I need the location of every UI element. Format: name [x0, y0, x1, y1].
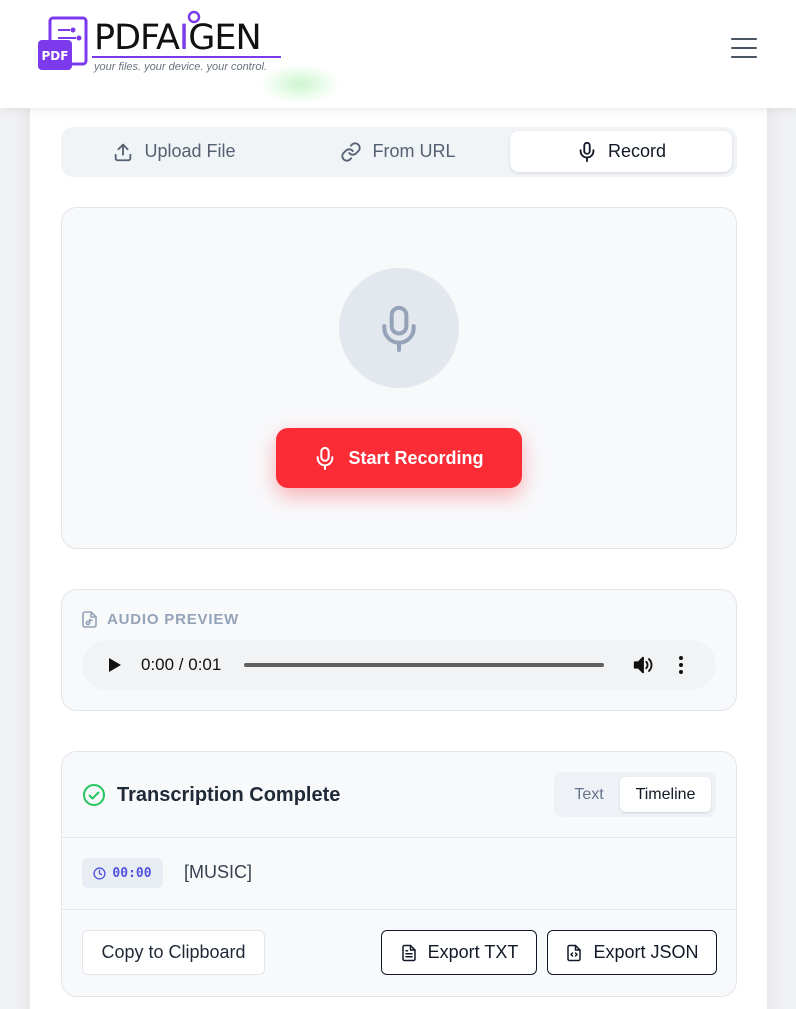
tab-from-url[interactable]: From URL: [289, 131, 507, 172]
logo-wordmark: PDFAIGEN: [94, 18, 262, 58]
source-tabs: Upload File From URL Record: [61, 127, 737, 177]
audio-progress-slider[interactable]: [244, 663, 604, 667]
upload-icon: [115, 143, 132, 161]
timeline-segment: 00:00 [MUSIC]: [62, 838, 736, 910]
recorder-panel: Start Recording: [61, 207, 737, 549]
site-header: PDF PDFAIGEN your files. your device. yo…: [0, 0, 796, 108]
export-json-button[interactable]: Export JSON: [547, 930, 717, 975]
segment-text: [MUSIC]: [184, 862, 253, 882]
mic-indicator: [339, 268, 459, 388]
tab-upload-file-label: Upload File: [144, 141, 236, 161]
audio-player: 0:00 / 0:01: [82, 640, 716, 690]
tab-from-url-label: From URL: [372, 141, 456, 161]
main-card: Upload File From URL Record Start Record…: [30, 95, 767, 1009]
clock-icon: [93, 866, 107, 880]
export-txt-label: Export TXT: [427, 942, 519, 962]
view-toggle: Text Timeline: [554, 772, 716, 817]
view-text-button[interactable]: Text: [559, 777, 619, 812]
tab-record[interactable]: Record: [510, 131, 732, 172]
audio-preview-label: AUDIO PREVIEW: [107, 611, 240, 628]
logo[interactable]: PDF PDFAIGEN your files. your device. yo…: [38, 10, 340, 104]
copy-to-clipboard-button[interactable]: Copy to Clipboard: [82, 930, 265, 975]
export-json-label: Export JSON: [593, 942, 699, 962]
start-recording-button[interactable]: Start Recording: [276, 428, 522, 488]
transcription-actions: Copy to Clipboard Export TXT Export JSON: [62, 910, 736, 996]
play-icon[interactable]: [108, 657, 122, 673]
transcription-title: Transcription Complete: [117, 784, 341, 806]
logo-underline: [92, 56, 281, 58]
link-icon: [341, 141, 362, 162]
logo-circuit-icon: [187, 10, 201, 24]
tab-upload-file[interactable]: Upload File: [65, 131, 283, 172]
transcription-panel: Transcription Complete Text Timeline 00:…: [61, 751, 737, 997]
tab-record-label: Record: [607, 141, 667, 161]
check-circle-icon: [83, 784, 105, 806]
audio-preview-panel: AUDIO PREVIEW 0:00 / 0:01: [61, 589, 737, 711]
more-options-icon[interactable]: [678, 655, 684, 675]
export-txt-button[interactable]: Export TXT: [381, 930, 537, 975]
pdf-chip-icon: PDF: [38, 16, 88, 70]
volume-icon[interactable]: [632, 654, 654, 676]
audio-file-icon: [82, 611, 97, 628]
audio-preview-heading: AUDIO PREVIEW: [82, 611, 239, 628]
microphone-icon: [382, 305, 416, 353]
logo-tagline: your files. your device. your control.: [94, 61, 268, 73]
logo-badge: PDF: [42, 49, 69, 63]
file-code-icon: [567, 944, 582, 961]
logo-glow: [260, 64, 340, 104]
hamburger-icon[interactable]: [728, 34, 760, 62]
microphone-icon: [579, 141, 595, 162]
audio-time: 0:00 / 0:01: [141, 655, 222, 674]
timestamp-text: 00:00: [112, 865, 152, 881]
microphone-icon: [317, 446, 334, 470]
start-recording-label: Start Recording: [348, 447, 484, 468]
file-text-icon: [401, 944, 416, 961]
view-timeline-button[interactable]: Timeline: [620, 777, 711, 812]
timestamp-badge[interactable]: 00:00: [82, 858, 163, 888]
transcription-header: Transcription Complete Text Timeline: [62, 752, 736, 838]
